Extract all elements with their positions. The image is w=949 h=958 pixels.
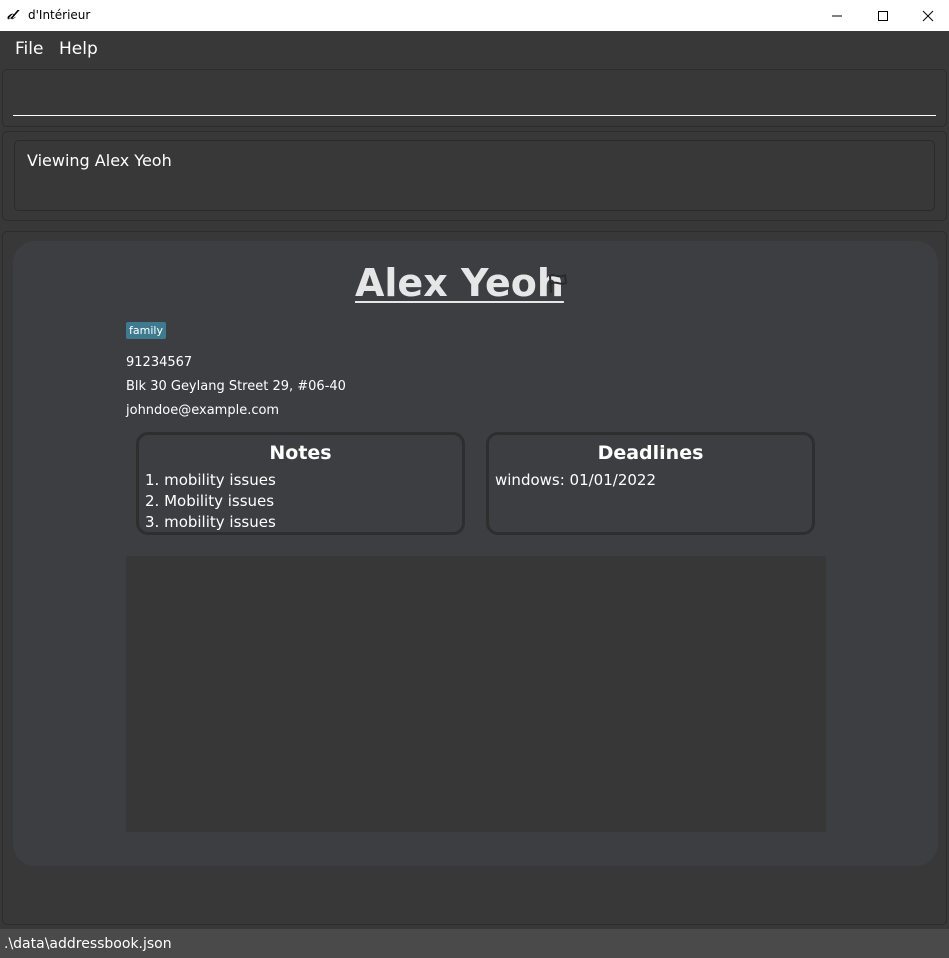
app-logo-icon: 𝓭 (7, 5, 16, 23)
window-title: d'Intérieur (28, 8, 91, 22)
result-display-panel: Viewing Alex Yeoh (2, 131, 947, 221)
detail-content-area (126, 556, 826, 832)
title-bar: 𝓭 d'Intérieur (0, 0, 949, 31)
person-detail-panel: Alex Yeoh family 91234567 Blk 30 Geylang… (2, 231, 947, 925)
minimize-button[interactable] (814, 0, 860, 31)
result-display: Viewing Alex Yeoh (14, 140, 935, 211)
person-phone: 91234567 (126, 355, 193, 370)
note-item: 1. mobility issues (145, 471, 276, 489)
tag-family: family (126, 322, 166, 339)
note-item: 3. mobility issues (145, 513, 276, 531)
status-bar: .\data\addressbook.json (0, 929, 949, 958)
notes-box: Notes 1. mobility issues 2. Mobility iss… (136, 432, 465, 535)
command-input[interactable] (13, 84, 936, 114)
deadline-item: windows: 01/01/2022 (495, 471, 657, 489)
person-address: Blk 30 Geylang Street 29, #06-40 (126, 379, 346, 394)
menu-help[interactable]: Help (59, 39, 98, 59)
menu-file[interactable]: File (15, 39, 43, 59)
person-name: Alex Yeoh (355, 261, 564, 305)
person-card: Alex Yeoh family 91234567 Blk 30 Geylang… (13, 241, 938, 866)
close-icon (922, 10, 934, 21)
note-item: 2. Mobility issues (145, 492, 275, 510)
minimize-icon (832, 15, 842, 16)
maximize-button[interactable] (860, 0, 906, 31)
deadlines-box: Deadlines windows: 01/01/2022 (486, 432, 815, 535)
result-message: Viewing Alex Yeoh (27, 151, 172, 170)
person-email: johndoe@example.com (126, 403, 280, 418)
flag-icon[interactable] (546, 271, 570, 295)
deadlines-title: Deadlines (597, 442, 704, 464)
close-button[interactable] (905, 0, 949, 31)
notes-title: Notes (269, 442, 332, 464)
command-box-panel (2, 69, 947, 127)
maximize-icon (878, 10, 888, 21)
data-file-path: .\data\addressbook.json (4, 936, 172, 952)
menu-bar: File Help (0, 31, 949, 67)
command-input-underline (13, 115, 936, 116)
